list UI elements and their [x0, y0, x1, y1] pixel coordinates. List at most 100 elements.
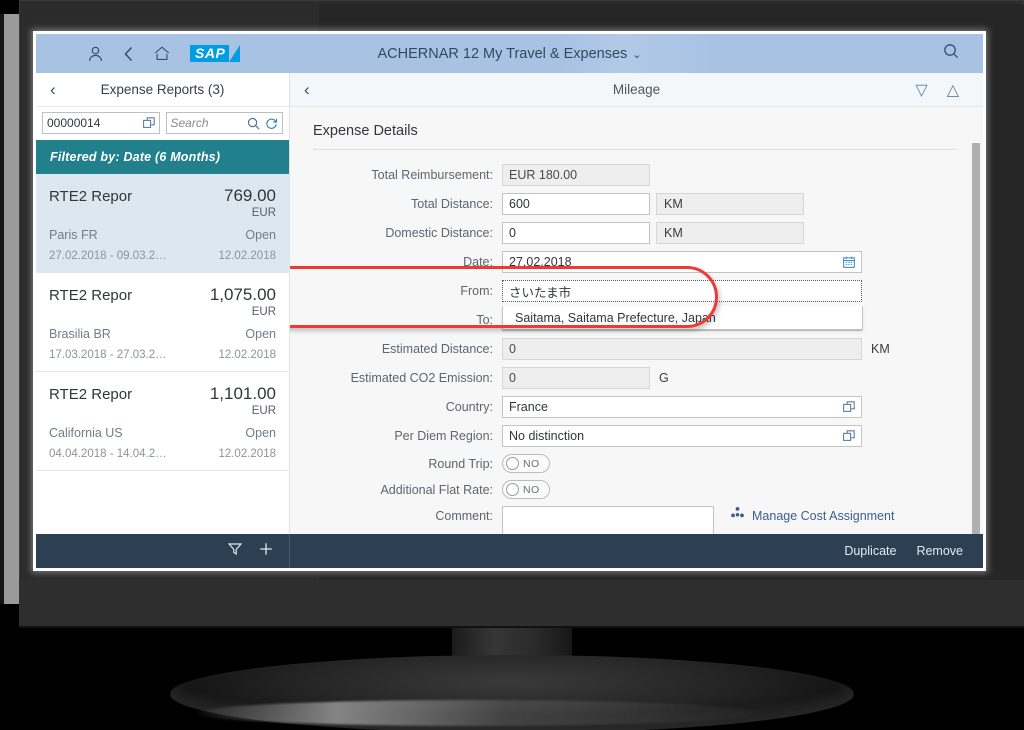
- field-row-domestic-distance: Domestic Distance: 0 KM: [290, 222, 983, 244]
- list-item-date: 12.02.2018: [218, 448, 276, 460]
- toggle-knob-icon: [506, 483, 519, 496]
- field-row-round-trip: Round Trip: NO: [290, 454, 983, 473]
- user-icon[interactable]: [88, 46, 103, 62]
- list-item[interactable]: RTE2 Repor 769.00 EUR Paris FR Open 27.0…: [36, 174, 289, 273]
- field-row-estimated-co2: Estimated CO2 Emission: 0 G: [290, 367, 983, 389]
- detail-back-button[interactable]: ‹: [290, 81, 310, 98]
- value-help-icon[interactable]: [142, 117, 155, 129]
- master-back-button[interactable]: ‹: [36, 81, 56, 98]
- from-input[interactable]: さいたま市: [502, 280, 862, 302]
- total-reimbursement-value: EUR 180.00: [502, 164, 650, 186]
- screenshot-stage: SAP ACHERNAR 12 My Travel & Expenses ⌄ ‹ …: [0, 0, 1024, 730]
- country-label: Country:: [445, 400, 493, 414]
- field-row-total-distance: Total Distance: 600 KM: [290, 193, 983, 215]
- detail-panel: ‹ Mileage ▽ △ Expense Details Total Reim…: [290, 73, 983, 534]
- additional-flat-rate-label: Additional Flat Rate:: [380, 482, 493, 497]
- master-filter-row: [36, 107, 289, 140]
- back-icon[interactable]: [123, 46, 134, 62]
- calendar-icon[interactable]: [843, 256, 855, 268]
- remove-button[interactable]: Remove: [916, 544, 963, 558]
- nav-down-icon[interactable]: ▽: [915, 80, 927, 100]
- round-trip-toggle[interactable]: NO: [502, 454, 550, 473]
- list-item-currency: EUR: [251, 405, 276, 417]
- field-row-additional-flat-rate: Additional Flat Rate: NO: [290, 480, 983, 499]
- value-help-icon[interactable]: [843, 430, 855, 442]
- plus-icon[interactable]: [259, 542, 273, 561]
- duplicate-button[interactable]: Duplicate: [844, 544, 896, 558]
- master-footer-actions: [36, 534, 290, 568]
- main-body: ‹ Expense Reports (3) 00000014 Search Fi…: [36, 73, 983, 534]
- master-title: Expense Reports (3): [100, 82, 225, 97]
- manage-cost-assignment-link[interactable]: Manage Cost Assignment: [730, 506, 894, 526]
- total-distance-label: Total Distance:: [411, 197, 493, 211]
- chevron-down-icon[interactable]: ⌄: [632, 49, 641, 61]
- home-icon[interactable]: [154, 46, 170, 61]
- field-row-date: Date: 27.02.2018: [290, 251, 983, 273]
- report-id-field[interactable]: [42, 112, 160, 134]
- detail-scroll-area: Expense Details Total Reimbursement: EUR…: [290, 107, 983, 534]
- country-value: France: [509, 400, 548, 414]
- shell-header: SAP ACHERNAR 12 My Travel & Expenses ⌄: [36, 34, 983, 73]
- search-field[interactable]: [165, 112, 283, 134]
- estimated-co2-value: 0: [502, 367, 650, 389]
- field-row-estimated-distance: Estimated Distance: 0 KM: [290, 338, 983, 360]
- shell-title-text: ACHERNAR 12 My Travel & Expenses: [377, 45, 628, 62]
- round-trip-state: NO: [523, 457, 540, 470]
- detail-footer-actions: Duplicate Remove: [290, 534, 983, 568]
- application-screen: SAP ACHERNAR 12 My Travel & Expenses ⌄ ‹ …: [36, 34, 983, 568]
- additional-flat-rate-state: NO: [523, 483, 540, 496]
- estimated-co2-label: Estimated CO2 Emission:: [350, 371, 493, 385]
- toggle-knob-icon: [506, 457, 519, 470]
- value-help-icon[interactable]: [843, 401, 855, 413]
- round-trip-label: Round Trip:: [428, 456, 493, 471]
- total-distance-input[interactable]: 600: [502, 193, 650, 215]
- field-row-per-diem-region: Per Diem Region: No distinction: [290, 425, 983, 447]
- list-item-date: 12.02.2018: [218, 250, 276, 262]
- list-item-currency: EUR: [251, 306, 276, 318]
- list-item-date-range: 17.03.2018 - 27.03.2…: [49, 349, 167, 361]
- nav-up-icon[interactable]: △: [947, 80, 959, 100]
- master-list-panel: ‹ Expense Reports (3) 00000014 Search Fi…: [36, 73, 290, 534]
- list-item-date-range: 27.02.2018 - 09.03.2…: [49, 250, 167, 262]
- estimated-distance-unit: KM: [871, 342, 890, 356]
- report-id-input[interactable]: [47, 116, 140, 130]
- vertical-scrollbar[interactable]: [972, 143, 980, 534]
- country-input[interactable]: France: [502, 396, 862, 418]
- per-diem-region-value: No distinction: [509, 429, 585, 443]
- list-item-title: RTE2 Repor: [49, 386, 133, 403]
- list-item-date: 12.02.2018: [218, 349, 276, 361]
- field-row-total-reimbursement: Total Reimbursement: EUR 180.00: [290, 164, 983, 186]
- footer-toolbar: Duplicate Remove: [36, 534, 983, 568]
- list-item[interactable]: RTE2 Repor 1,101.00 EUR California US Op…: [36, 372, 289, 471]
- search-icon[interactable]: [247, 117, 260, 130]
- field-row-comment: Comment: Manage Cost Assignment: [290, 506, 983, 534]
- additional-flat-rate-toggle[interactable]: NO: [502, 480, 550, 499]
- filter-icon[interactable]: [227, 542, 243, 561]
- domestic-distance-label: Domestic Distance:: [385, 226, 493, 240]
- search-icon[interactable]: [943, 43, 983, 64]
- per-diem-region-input[interactable]: No distinction: [502, 425, 862, 447]
- list-item[interactable]: RTE2 Repor 1,075.00 EUR Brasilia BR Open…: [36, 273, 289, 372]
- section-title: Expense Details: [313, 123, 418, 139]
- search-input[interactable]: [170, 116, 247, 130]
- monitor-stand-base-highlight: [196, 700, 756, 726]
- domestic-distance-unit: KM: [656, 222, 804, 244]
- field-row-from: From: さいたま市: [290, 280, 983, 302]
- master-header: ‹ Expense Reports (3): [36, 73, 289, 107]
- domestic-distance-input[interactable]: 0: [502, 222, 650, 244]
- date-input[interactable]: 27.02.2018: [502, 251, 862, 273]
- refresh-icon[interactable]: [265, 117, 278, 130]
- list-item-amount: 769.00: [224, 186, 276, 205]
- to-label: To:: [476, 313, 493, 327]
- cost-assignment-icon: [730, 506, 745, 526]
- comment-textarea[interactable]: [502, 506, 714, 534]
- list-item-title: RTE2 Repor: [49, 287, 133, 304]
- list-item-amount: 1,075.00: [209, 285, 276, 304]
- list-item-location: Paris FR: [49, 228, 98, 242]
- manage-cost-assignment-label: Manage Cost Assignment: [752, 509, 895, 523]
- detail-title: Mileage: [612, 82, 661, 97]
- date-label: Date:: [463, 255, 493, 269]
- filter-banner: Filtered by: Date (6 Months): [36, 140, 289, 174]
- from-to-group: From: さいたま市 To: Saitama, Saitama Prefect…: [290, 266, 983, 331]
- autocomplete-suggestion-item[interactable]: Saitama, Saitama Prefecture, Japan: [502, 306, 863, 330]
